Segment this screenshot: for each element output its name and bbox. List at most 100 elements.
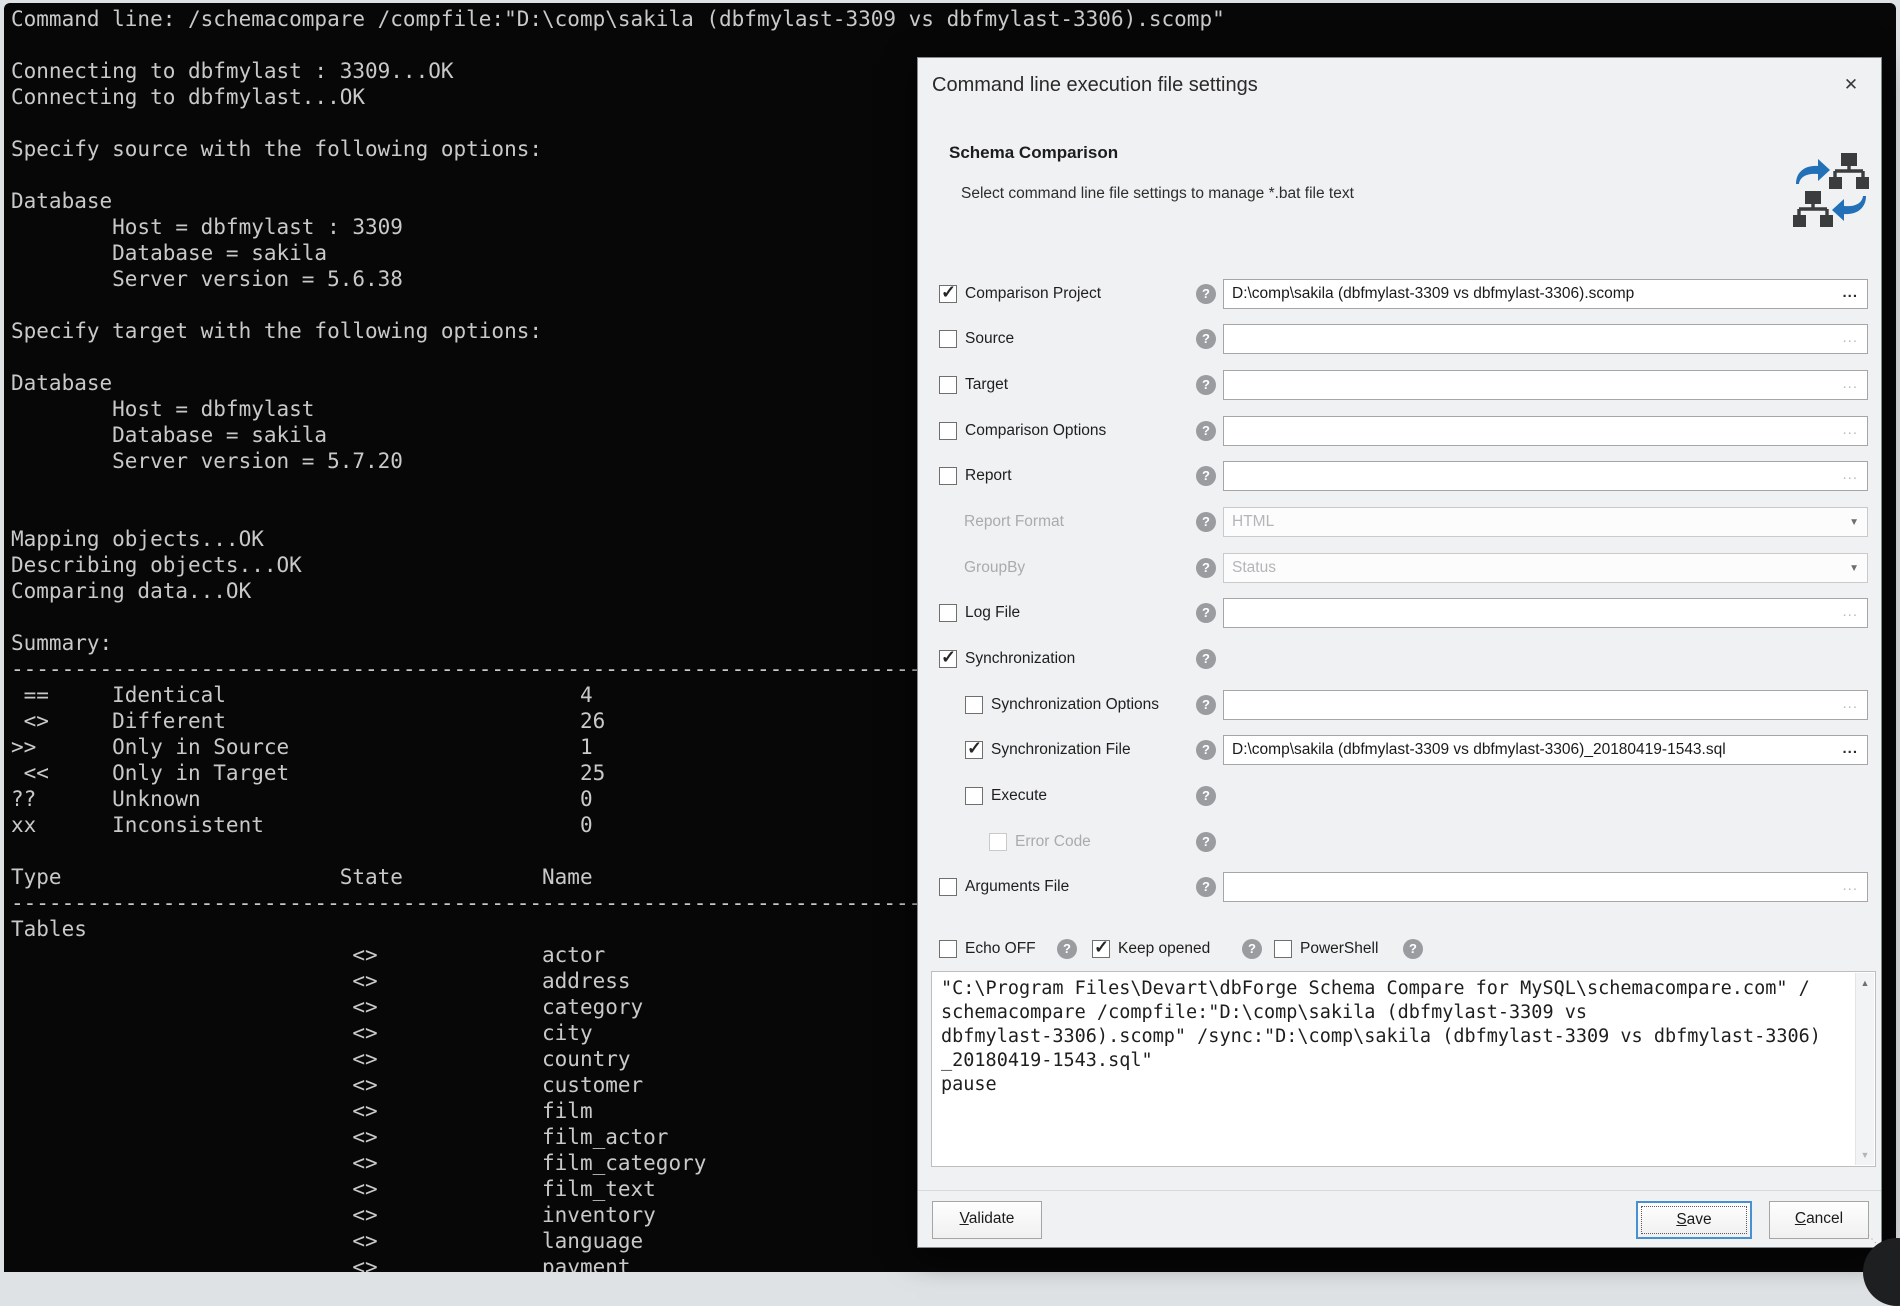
synchronization-options-label: Synchronization Options (991, 690, 1159, 720)
help-icon[interactable]: ? (1196, 421, 1216, 441)
source-checkbox[interactable] (939, 330, 957, 348)
help-icon[interactable]: ? (1196, 649, 1216, 669)
help-icon[interactable]: ? (1057, 939, 1077, 959)
echo-off-checkbox[interactable] (939, 940, 957, 958)
save-button[interactable]: Save (1636, 1201, 1752, 1239)
row-arguments-file: Arguments File ? ... (918, 872, 1881, 902)
dialog-title: Command line execution file settings (932, 74, 1258, 97)
row-error-code: Error Code ? (918, 827, 1881, 857)
execute-checkbox[interactable] (965, 787, 983, 805)
synchronization-file-checkbox[interactable] (965, 741, 983, 759)
chevron-down-icon: ▼ (1849, 508, 1859, 538)
powershell-checkbox[interactable] (1274, 940, 1292, 958)
report-format-label: Report Format (964, 507, 1064, 537)
cancel-button[interactable]: Cancel (1769, 1201, 1869, 1239)
report-checkbox[interactable] (939, 467, 957, 485)
report-field[interactable]: ... (1223, 461, 1868, 491)
groupby-select: Status ▼ (1223, 553, 1868, 583)
report-label: Report (965, 461, 1012, 491)
row-groupby: GroupBy ? Status ▼ (918, 553, 1881, 583)
arguments-file-label: Arguments File (965, 872, 1069, 902)
bat-file-text-area[interactable]: "C:\Program Files\Devart\dbForge Schema … (931, 971, 1876, 1167)
groupby-label: GroupBy (964, 553, 1025, 583)
help-icon[interactable]: ? (1196, 329, 1216, 349)
schema-comparison-heading: Schema Comparison (949, 143, 1118, 163)
help-icon[interactable]: ? (1196, 832, 1216, 852)
row-synchronization: Synchronization ? (918, 644, 1881, 674)
help-icon[interactable]: ? (1196, 877, 1216, 897)
help-icon[interactable]: ? (1196, 603, 1216, 623)
row-target: Target ? ... (918, 370, 1881, 400)
execute-label: Execute (991, 781, 1047, 811)
validate-button[interactable]: Validate (932, 1201, 1042, 1239)
row-bat-options: Echo OFF ? Keep opened ? PowerShell ? (918, 934, 1881, 964)
browse-button[interactable]: ... (1842, 325, 1858, 350)
error-code-label: Error Code (1015, 827, 1091, 857)
footer-separator (918, 1190, 1881, 1191)
powershell-option: PowerShell ? (1274, 934, 1429, 964)
help-icon[interactable]: ? (1196, 512, 1216, 532)
help-icon[interactable]: ? (1196, 695, 1216, 715)
target-label: Target (965, 370, 1008, 400)
scroll-down-icon[interactable]: ▼ (1856, 1150, 1874, 1160)
help-icon[interactable]: ? (1196, 284, 1216, 304)
comparison-project-checkbox[interactable] (939, 285, 957, 303)
comparison-options-label: Comparison Options (965, 416, 1106, 446)
chevron-down-icon: ▼ (1849, 554, 1859, 584)
comparison-options-field[interactable]: ... (1223, 416, 1868, 446)
log-file-checkbox[interactable] (939, 604, 957, 622)
comparison-options-checkbox[interactable] (939, 422, 957, 440)
browse-button[interactable]: ... (1842, 462, 1858, 487)
close-icon[interactable]: ✕ (1837, 71, 1865, 99)
bat-file-text[interactable]: "C:\Program Files\Devart\dbForge Schema … (941, 977, 1845, 1097)
row-source: Source ? ... (918, 324, 1881, 354)
log-file-label: Log File (965, 598, 1020, 628)
dialog-subheading: Select command line file settings to man… (961, 185, 1354, 203)
help-icon[interactable]: ? (1196, 466, 1216, 486)
command-line-execution-settings-dialog: Command line execution file settings ✕ S… (917, 57, 1882, 1248)
row-comparison-project: Comparison Project ? D:\comp\sakila (dbf… (918, 279, 1881, 309)
echo-off-label: Echo OFF (965, 934, 1036, 964)
row-comparison-options: Comparison Options ? ... (918, 416, 1881, 446)
row-log-file: Log File ? ... (918, 598, 1881, 628)
synchronization-file-label: Synchronization File (991, 735, 1131, 765)
source-field[interactable]: ... (1223, 324, 1868, 354)
browse-button[interactable]: ... (1842, 736, 1858, 761)
synchronization-label: Synchronization (965, 644, 1075, 674)
help-icon[interactable]: ? (1196, 558, 1216, 578)
help-icon[interactable]: ? (1242, 939, 1262, 959)
browse-button[interactable]: ... (1842, 417, 1858, 442)
browse-button[interactable]: ... (1842, 371, 1858, 396)
browse-button[interactable]: ... (1842, 280, 1858, 305)
screen: { "icons": { "help": "?", "close": "✕", … (0, 0, 1900, 1284)
row-synchronization-options: Synchronization Options ? ... (918, 690, 1881, 720)
echo-off-option: Echo OFF ? (939, 934, 1079, 964)
browse-button[interactable]: ... (1842, 691, 1858, 716)
keep-opened-label: Keep opened (1118, 934, 1210, 964)
arguments-file-checkbox[interactable] (939, 878, 957, 896)
scroll-up-icon[interactable]: ▲ (1856, 978, 1874, 988)
powershell-label: PowerShell (1300, 934, 1378, 964)
help-icon[interactable]: ? (1196, 740, 1216, 760)
synchronization-options-checkbox[interactable] (965, 696, 983, 714)
browse-button[interactable]: ... (1842, 873, 1858, 898)
browse-button[interactable]: ... (1842, 599, 1858, 624)
arguments-file-field[interactable]: ... (1223, 872, 1868, 902)
keep-opened-checkbox[interactable] (1092, 940, 1110, 958)
synchronization-file-field[interactable]: D:\comp\sakila (dbfmylast-3309 vs dbfmyl… (1223, 735, 1868, 765)
synchronization-options-field[interactable]: ... (1223, 690, 1868, 720)
row-report-format: Report Format ? HTML ▼ (918, 507, 1881, 537)
target-checkbox[interactable] (939, 376, 957, 394)
help-icon[interactable]: ? (1196, 375, 1216, 395)
synchronization-checkbox[interactable] (939, 650, 957, 668)
target-field[interactable]: ... (1223, 370, 1868, 400)
row-execute: Execute ? (918, 781, 1881, 811)
log-file-field[interactable]: ... (1223, 598, 1868, 628)
keep-opened-option: Keep opened ? (1092, 934, 1267, 964)
help-icon[interactable]: ? (1196, 786, 1216, 806)
scrollbar[interactable]: ▲ ▼ (1855, 973, 1874, 1165)
row-report: Report ? ... (918, 461, 1881, 491)
error-code-checkbox (989, 833, 1007, 851)
comparison-project-field[interactable]: D:\comp\sakila (dbfmylast-3309 vs dbfmyl… (1223, 279, 1868, 309)
help-icon[interactable]: ? (1403, 939, 1423, 959)
